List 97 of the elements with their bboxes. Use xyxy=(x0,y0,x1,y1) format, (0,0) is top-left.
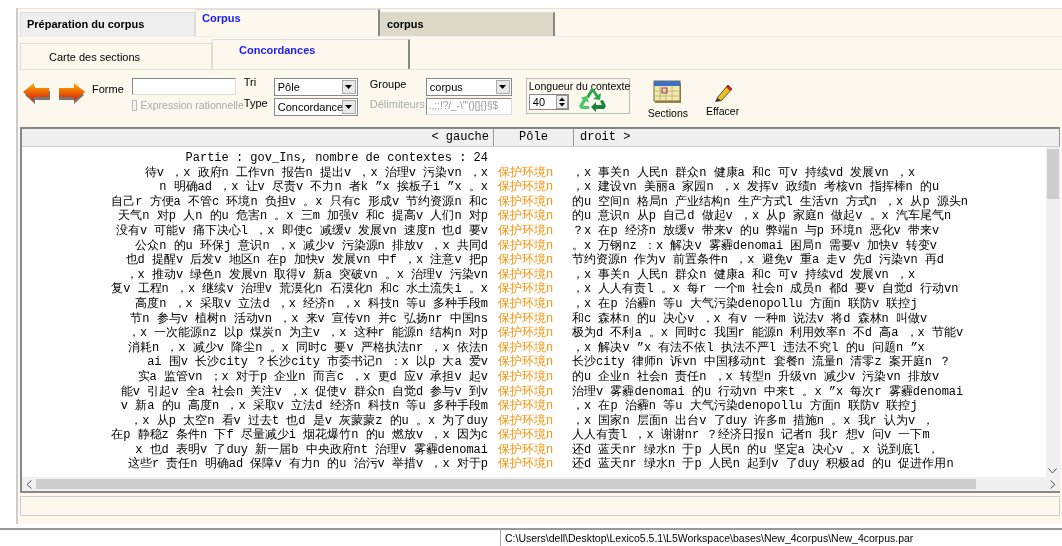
horizontal-scrollbar[interactable] xyxy=(22,477,1060,491)
right-context: 还d 蓝天nr 绿水n 于p 人民n 的u 坚定a 决心v 。x 说到底l ， xyxy=(571,442,940,457)
left-context: 也d 提醒v 后发v 地区n 在p 加快v 发展vn 中f ，x 注意v 把p xyxy=(124,253,488,268)
left-context: ，x 推动v 绿色n 发展vn 取得v 新a 突破vn 。x 治理v 污染vn xyxy=(124,267,488,282)
right-context: ，x 国家n 层面n 出台v 了duy 许多m 措施n 。x 我r 认为v ， xyxy=(571,413,935,428)
caret-icon xyxy=(345,105,353,109)
column-header[interactable]: < gauche xyxy=(22,129,494,146)
left-context: 公众n 的u 环保j 意识n ，x 减少v 污染源n 排放v ，x 共同d xyxy=(134,238,488,253)
right-context: 长沙city 律师n 诉vn 中国移动nt 套餐n 流量n 清零z 案开庭n ？ xyxy=(571,355,952,370)
right-context: ，x 建设vn 美丽a 家园n ，x 发挥v 政绩n 考核vn 指挥棒n 的u xyxy=(571,180,940,195)
tab[interactable]: Préparation du corpus xyxy=(20,12,195,36)
context-length-spinner[interactable]: 40 xyxy=(528,94,569,110)
tab[interactable]: Carte des sections xyxy=(20,43,212,69)
right-context: 还d 蓝天nr 绿水n 于p 人民n 起到v 了duy 积极ad 的u 促进作用n xyxy=(571,457,954,473)
left-context: 高度n ，x 采取v 立法d ，x 经济n ，x 科技n 等u 多种手段m xyxy=(134,296,488,312)
left-context: 实a 监管vn ；x 对于p 企业n 而言c ，x 更d 应v 承担v 起v xyxy=(136,369,488,385)
tab[interactable]: Concordances xyxy=(212,39,410,69)
right-context: ，x 在p 治霾n 等u 大气污染denopollu 方面n 联防v 联控j xyxy=(571,399,918,414)
left-context: 复v 工程n ，x 继续v 治理v 荒漠化n 石漠化n 和c 水土流失i 。x xyxy=(110,282,488,297)
left-context: n 明确ad ，x 让v 尽责v 不力n 者k ”x 挨板子i ”x 。x xyxy=(158,180,488,195)
text-field[interactable] xyxy=(20,496,1060,516)
tri-label: Tri xyxy=(243,76,258,88)
right-context: 治理v 雾霾denomai 的u 行动vn 中来t 。x ”x 每次r 雾霾denomai xyxy=(571,384,964,399)
pole-term: 保护环境n xyxy=(497,296,555,312)
calendar-icon xyxy=(652,80,683,104)
pole-term: 保护环境n xyxy=(497,384,555,399)
right-context: 的u 意识n 从p 自己d 做起v ，x 从p 家庭n 做起v 。x 汽车尾气n xyxy=(571,209,952,224)
left-context: ai 围v 长沙city ？长沙city 市委书记n ：x 以p 大a 爱v xyxy=(146,355,488,370)
toolbar-button[interactable]: Effacer xyxy=(706,78,740,117)
left-context: 消耗n ，x 减少v 降尘n 。x 同时c 要v 严格执法nr ，x 依法n xyxy=(126,340,488,355)
left-context: v 新a 的u 高度n ，x 采取v 立法d 经济n 科技n 等u 多种手段m xyxy=(119,399,488,414)
pole-term: 保护环境n xyxy=(497,194,555,209)
tab[interactable]: corpus xyxy=(380,12,555,36)
pole-term: 保护环境n xyxy=(497,209,555,224)
spin-arrows-icon xyxy=(555,95,568,109)
toolbar-button[interactable]: Sections xyxy=(647,78,689,119)
vertical-scrollbar[interactable] xyxy=(1046,147,1060,477)
left-context: 没有v 可能v 痛下决心l ，x 即使c 减缓v 发展vn 速度n 也d 要v xyxy=(114,223,488,239)
left-context: ，x 一次能源nz 以p 煤炭n 为主v ，x 这种r 能源n 结构n 对p xyxy=(126,326,488,341)
tab[interactable]: Corpus xyxy=(195,9,380,36)
tri-dropdown[interactable]: Pôle xyxy=(273,78,358,96)
right-context: 极为d 不利a 。x 同时c 我国r 能源n 利用效率n 不d 高a ，x 节能v xyxy=(571,326,964,341)
right-context: ？x 在p 经济n 放缓v 带来v 的u 弊端n 与p 环境n 恶化v 带来v xyxy=(571,223,940,239)
left-context: 节n 参与v 植树n 活动vn ，x 来v 宣传vn 并c 弘扬nr 中国ns xyxy=(129,311,488,326)
pole-term: 保护环境n xyxy=(497,180,555,195)
right-context: 和c 森林n 的u 决心v ，x 有v 一种m 说法v 将d 森林n 叫做v xyxy=(571,311,928,326)
left-context: ，x 从p 太空n 看v 过去t 也d 是v 灰蒙蒙z 的u 。x 为了duy xyxy=(129,413,488,428)
pole-term: 保护环境n xyxy=(497,282,555,297)
left-context: 在p 静稳z 条件n 下f 尽量减少i 烟花爆竹n 的u 燃放v ，x 因为c xyxy=(110,428,488,443)
groupe-dropdown[interactable]: corpus xyxy=(425,78,512,96)
pole-term: 保护环境n xyxy=(497,326,555,341)
pole-term: 保护环境n xyxy=(497,253,555,268)
delimiters-label: Délimiteurs xyxy=(369,98,426,110)
right-arrow-icon[interactable] xyxy=(56,81,86,105)
section-heading: Partie : gov_Ins, nombre de contextes : 24 xyxy=(184,151,488,166)
pole-term: 保护环境n xyxy=(497,399,555,414)
caret-icon xyxy=(345,85,353,89)
left-context: 自己r 方便a 不管c 环境n 负担v 。x 只有c 形成v 节约资源n 和c xyxy=(110,194,488,209)
forme-field[interactable] xyxy=(131,78,236,95)
groupe-label: Groupe xyxy=(369,78,408,90)
checkbox-label: Expression rationnelle xyxy=(140,99,244,111)
right-context: 的u 企业n 社会n 责任n ，x 转型n 升级vn 减少v 污染vn 排放v xyxy=(571,369,940,385)
left-context: 待v ，x 政府n 工作vn 报告n 提出v ，x 治理v 污染vn ，x xyxy=(143,165,488,180)
right-context: 的u 空间n 格局n 产业结构n 生产方式l 生活vn 方式n ，x 从p 源头n xyxy=(571,194,969,209)
right-context: ，x 人人有责l 。x 每r 一个m 社会n 成员n 都d 要v 自觉d 行动vn xyxy=(571,282,959,297)
pole-term: 保护环境n xyxy=(497,238,555,253)
scrollbar-thumb[interactable] xyxy=(1047,149,1059,199)
pole-term: 保护环境n xyxy=(497,428,555,443)
file-path: C:\Users\dell\Desktop\Lexico5.5.1\L5Workspace\bases\New_4corpus\New_4corpus.par xyxy=(504,531,915,546)
right-context: 节约资源n 作为v 前置条件n ，x 避免v 重a 走v 先d 污染vn 再d xyxy=(571,253,945,268)
column-header[interactable]: Pôle xyxy=(494,129,574,146)
pole-term: 保护环境n xyxy=(497,223,555,239)
pole-term: 保护环境n xyxy=(497,355,555,370)
pole-term: 保护环境n xyxy=(497,413,555,428)
right-context: 。x 万钢nz ：x 解决v 雾霾denomai 困局n 需要v 加快v 转变v xyxy=(571,238,937,253)
pole-term: 保护环境n xyxy=(497,457,555,473)
left-context: 能v 引起v 全a 社会n 关注v ，x 促使v 群众n 自觉d 参与v 到v xyxy=(119,384,488,399)
pole-term: 保护环境n xyxy=(497,442,555,457)
type-dropdown[interactable]: Concordance xyxy=(273,98,358,116)
left-context: 天气n 对p 人n 的u 危害n 。x 三m 加强v 和c 提高v 人们n 对p xyxy=(117,209,488,224)
right-context: ，x 事关n 人民n 群众n 健康a 和c 可v 持续vd 发展vn ，x xyxy=(571,165,916,180)
column-header[interactable]: droit > xyxy=(574,129,1060,146)
left-context: x 也d 表明v 了duy 新一届b 中央政府nt 治理v 雾霾denomai xyxy=(134,442,488,457)
pole-term: 保护环境n xyxy=(497,340,555,355)
type-label: Type xyxy=(243,97,269,109)
pole-term: 保护环境n xyxy=(497,165,555,180)
caret-icon xyxy=(499,85,507,89)
right-context: ，x 解决v ”x 有法不依l 执法不严l 违法不究l 的u 问题n ”x xyxy=(571,340,925,355)
right-context: ，x 在p 治霾n 等u 大气污染denopollu 方面n 联防v 联控j xyxy=(571,296,918,312)
pole-term: 保护环境n xyxy=(497,369,555,385)
pole-term: 保护环境n xyxy=(497,311,555,326)
left-arrow-icon[interactable] xyxy=(22,81,52,105)
forme-label: Forme xyxy=(92,83,124,95)
right-context: 人人有责l ，x 谢谢nr ？经济日报n 记者n 我r 想v 问v 一下m xyxy=(571,428,930,443)
left-context: 这些r 责任n 明确ad 保障v 有力n 的u 治污v 举措v ，x 对于p xyxy=(126,457,488,473)
right-context: ，x 事关n 人民n 群众n 健康a 和c 可v 持续vd 发展vn ，x xyxy=(571,267,916,282)
pole-term: 保护环境n xyxy=(497,267,555,282)
